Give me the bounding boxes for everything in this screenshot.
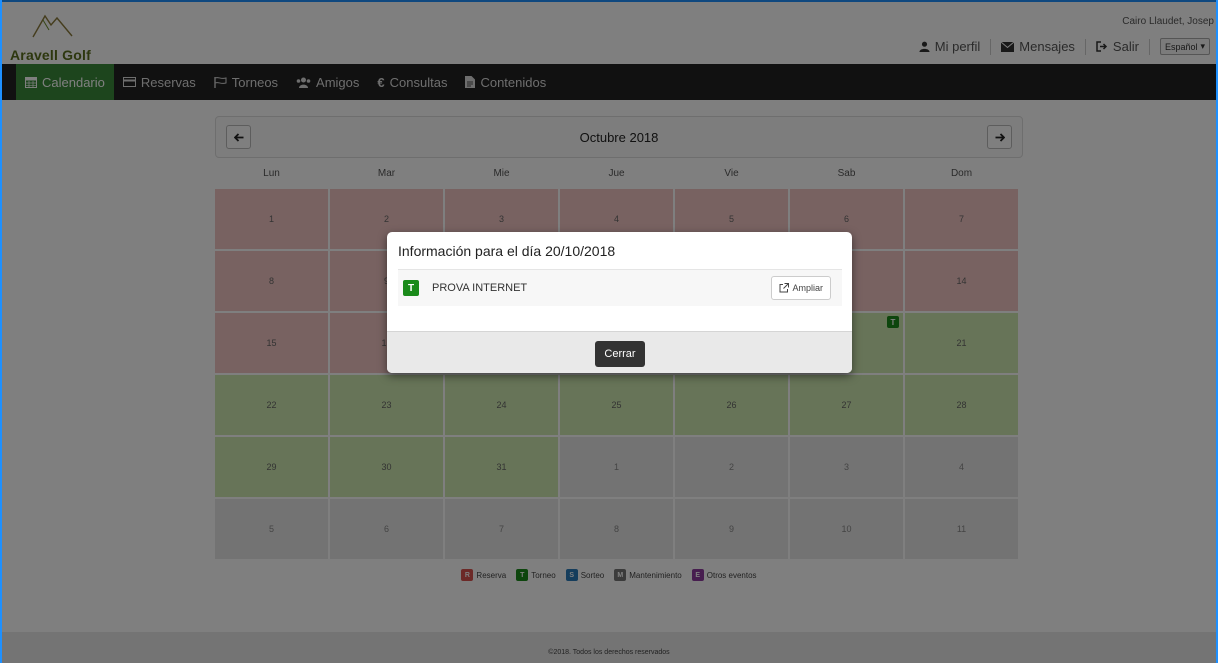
expand-button[interactable]: Ampliar [771,276,831,300]
event-row: T PROVA INTERNET Ampliar [398,269,842,306]
close-button[interactable]: Cerrar [595,341,645,367]
modal-footer: Cerrar [387,331,852,373]
external-link-icon [779,283,790,293]
expand-label: Ampliar [792,283,823,293]
tournament-badge: T [403,280,419,296]
day-info-modal: Información para el día 20/10/2018 T PRO… [387,232,852,373]
event-name: PROVA INTERNET [432,282,528,294]
modal-title: Información para el día 20/10/2018 [398,243,616,259]
